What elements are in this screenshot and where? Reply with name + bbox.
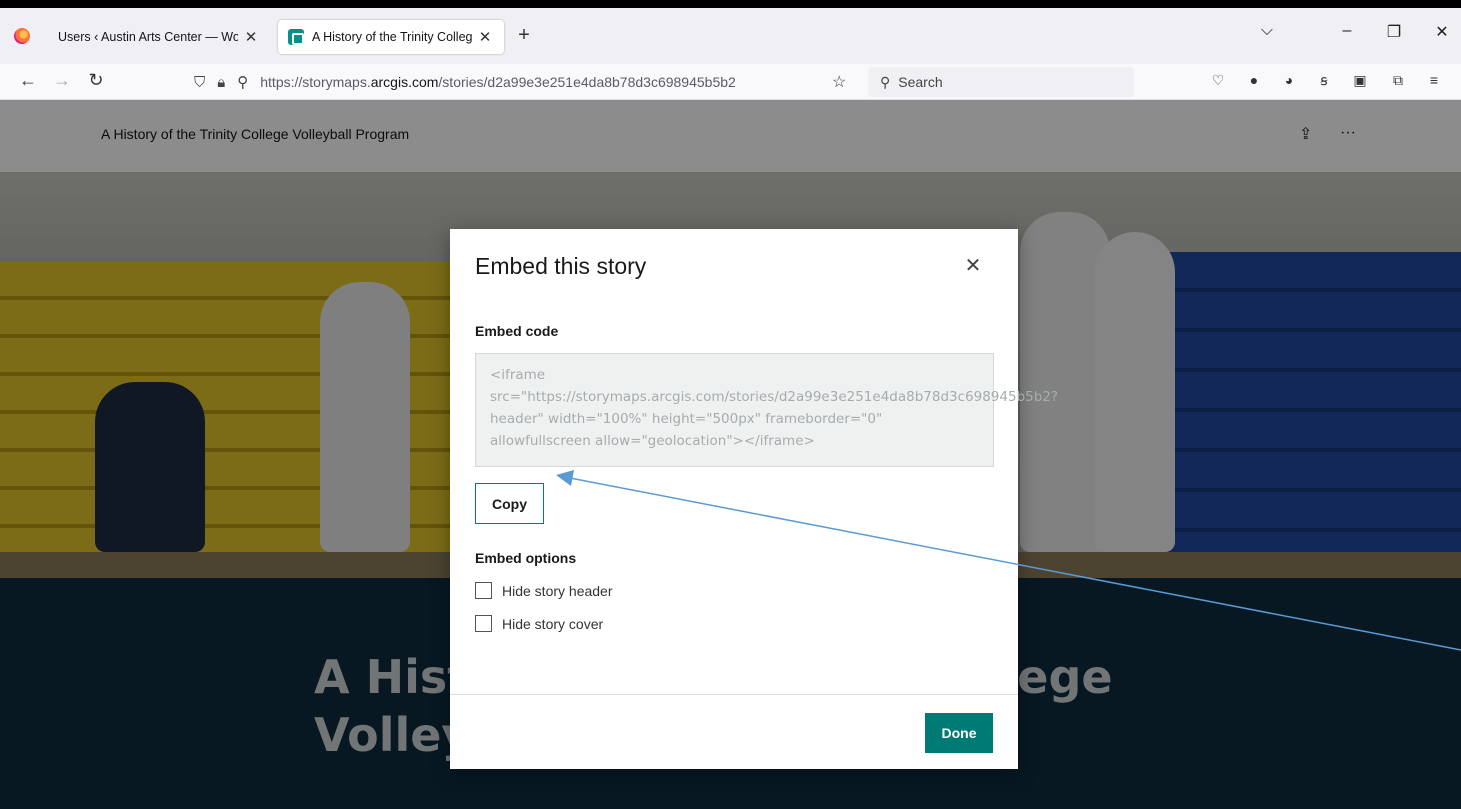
- pocket-icon[interactable]: ♡: [1208, 72, 1228, 92]
- hide-header-label: Hide story header: [502, 582, 613, 599]
- dialog-divider: [450, 694, 1018, 695]
- search-placeholder: Search: [898, 74, 943, 90]
- tab-strip: Users ‹ Austin Arts Center — WordP ✕ A H…: [0, 8, 1461, 64]
- url-text[interactable]: https://storymaps.arcgis.com/stories/d2a…: [260, 74, 736, 90]
- extension-e-icon[interactable]: ●: [1244, 72, 1264, 92]
- hide-cover-label: Hide story cover: [502, 615, 604, 632]
- list-all-tabs-icon[interactable]: ⌵: [1255, 22, 1279, 40]
- done-button[interactable]: Done: [925, 713, 993, 753]
- copy-button[interactable]: Copy: [475, 483, 544, 524]
- embed-options-label: Embed options: [475, 550, 577, 566]
- permissions-icon[interactable]: ⚲: [237, 73, 248, 91]
- firefox-icon[interactable]: [14, 28, 30, 44]
- lock-icon[interactable]: 🔒︎: [217, 74, 225, 91]
- tab-storymap[interactable]: A History of the Trinity College ✕: [278, 20, 504, 54]
- new-tab-button[interactable]: +: [512, 24, 536, 47]
- reload-icon[interactable]: ↻: [84, 70, 108, 91]
- extensions-puzzle-icon[interactable]: ⧉: [1388, 72, 1408, 92]
- hide-header-checkbox[interactable]: [475, 582, 492, 599]
- tab-wordpress-users[interactable]: Users ‹ Austin Arts Center — WordP ✕: [48, 20, 270, 54]
- storymaps-favicon-icon: [288, 29, 304, 45]
- hide-cover-option[interactable]: Hide story cover: [475, 615, 603, 632]
- address-bar[interactable]: ⛉ 🔒︎ ⚲ https://storymaps.arcgis.com/stor…: [186, 67, 862, 97]
- minimize-icon[interactable]: –: [1335, 22, 1359, 40]
- hide-header-option[interactable]: Hide story header: [475, 582, 613, 599]
- search-icon: ⚲: [880, 73, 891, 90]
- extension-icon[interactable]: ◕: [1279, 72, 1299, 92]
- search-bar[interactable]: ⚲ Search: [868, 67, 1134, 97]
- extension-s-icon[interactable]: ꞩ: [1314, 72, 1334, 92]
- forward-icon[interactable]: →: [50, 70, 74, 91]
- tab-label: Users ‹ Austin Arts Center — WordP: [58, 30, 238, 44]
- embed-dialog: Embed this story ✕ Embed code <iframe sr…: [450, 229, 1058, 769]
- close-tab-icon[interactable]: ✕: [242, 28, 260, 46]
- close-tab-icon[interactable]: ✕: [476, 28, 494, 46]
- close-window-icon[interactable]: ✕: [1430, 22, 1454, 42]
- extension-box-icon[interactable]: ▣: [1350, 72, 1370, 92]
- hide-cover-checkbox[interactable]: [475, 615, 492, 632]
- close-icon[interactable]: ✕: [962, 253, 984, 278]
- bookmark-star-icon[interactable]: ☆: [832, 72, 846, 92]
- menu-icon[interactable]: ≡: [1424, 72, 1444, 92]
- tracking-shield-icon[interactable]: ⛉: [194, 74, 205, 91]
- embed-code-label: Embed code: [475, 323, 559, 339]
- dialog-title: Embed this story: [475, 253, 647, 279]
- back-icon[interactable]: ←: [16, 70, 40, 91]
- tab-label: A History of the Trinity College: [312, 30, 472, 44]
- embed-code-field[interactable]: <iframe src="https://storymaps.arcgis.co…: [475, 353, 1058, 467]
- browser-window: Users ‹ Austin Arts Center — WordP ✕ A H…: [0, 8, 1461, 809]
- page-content: A History of the Trinity College Volleyb…: [0, 100, 1461, 809]
- navigation-toolbar: ← → ↻ ⛉ 🔒︎ ⚲ https://storymaps.arcgis.co…: [0, 64, 1461, 100]
- restore-icon[interactable]: ❐: [1382, 22, 1406, 42]
